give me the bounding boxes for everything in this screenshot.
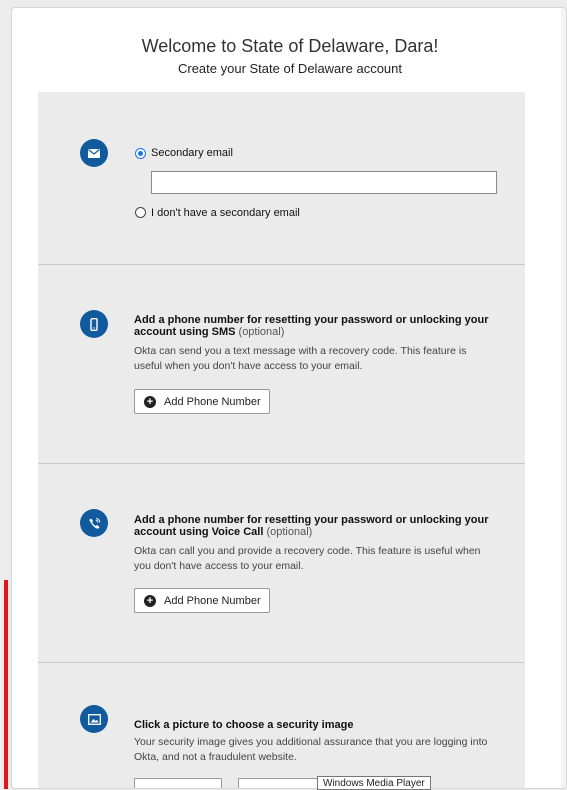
sms-optional-tag: (optional) [238,326,285,338]
scrollbar-track[interactable] [561,8,566,788]
voice-optional-tag: (optional) [266,526,313,538]
add-voice-phone-button[interactable]: + Add Phone Number [134,588,270,613]
page-subtitle: Create your State of Delaware account [177,61,402,76]
sms-title-text: Add a phone number for resetting your pa… [134,314,489,338]
security-image-section: Click a picture to choose a security ima… [38,663,525,788]
picture-icon [80,705,108,733]
sms-recovery-section: Add a phone number for resetting your pa… [38,265,525,464]
voice-call-recovery-section: Add a phone number for resetting your pa… [38,464,525,663]
secondary-email-section: Secondary email I don't have a secondary… [38,92,525,265]
taskbar-tooltip: Windows Media Player [317,776,431,790]
add-voice-phone-label: Add Phone Number [164,594,261,607]
add-sms-phone-button[interactable]: + Add Phone Number [134,389,270,414]
secondary-email-label: Secondary email [151,147,233,159]
voice-call-icon [80,509,108,537]
secondary-email-input[interactable] [151,171,497,194]
plus-circle-icon: + [144,594,156,607]
voice-description: Okta can call you and provide a recovery… [134,545,481,572]
security-image-title: Click a picture to choose a security ima… [134,719,354,731]
enrollment-card: Welcome to State of Delaware, Dara! Crea… [11,7,567,789]
red-side-marker [4,580,8,789]
plus-circle-icon: + [144,395,156,408]
security-image-option[interactable] [134,778,222,788]
mobile-phone-icon [80,310,108,338]
security-image-option[interactable] [238,778,326,788]
envelope-icon [80,139,108,167]
sms-description: Okta can send you a text message with a … [134,345,467,372]
voice-title: Add a phone number for resetting your pa… [134,514,494,538]
security-image-description: Your security image gives you additional… [134,736,488,763]
secondary-email-radio[interactable] [135,148,146,159]
welcome-heading: Welcome to State of Delaware, Dara! [141,36,439,56]
add-sms-phone-label: Add Phone Number [164,395,261,408]
no-secondary-email-radio[interactable] [135,207,146,218]
sms-title: Add a phone number for resetting your pa… [134,314,494,338]
no-secondary-email-label: I don't have a secondary email [151,207,300,219]
